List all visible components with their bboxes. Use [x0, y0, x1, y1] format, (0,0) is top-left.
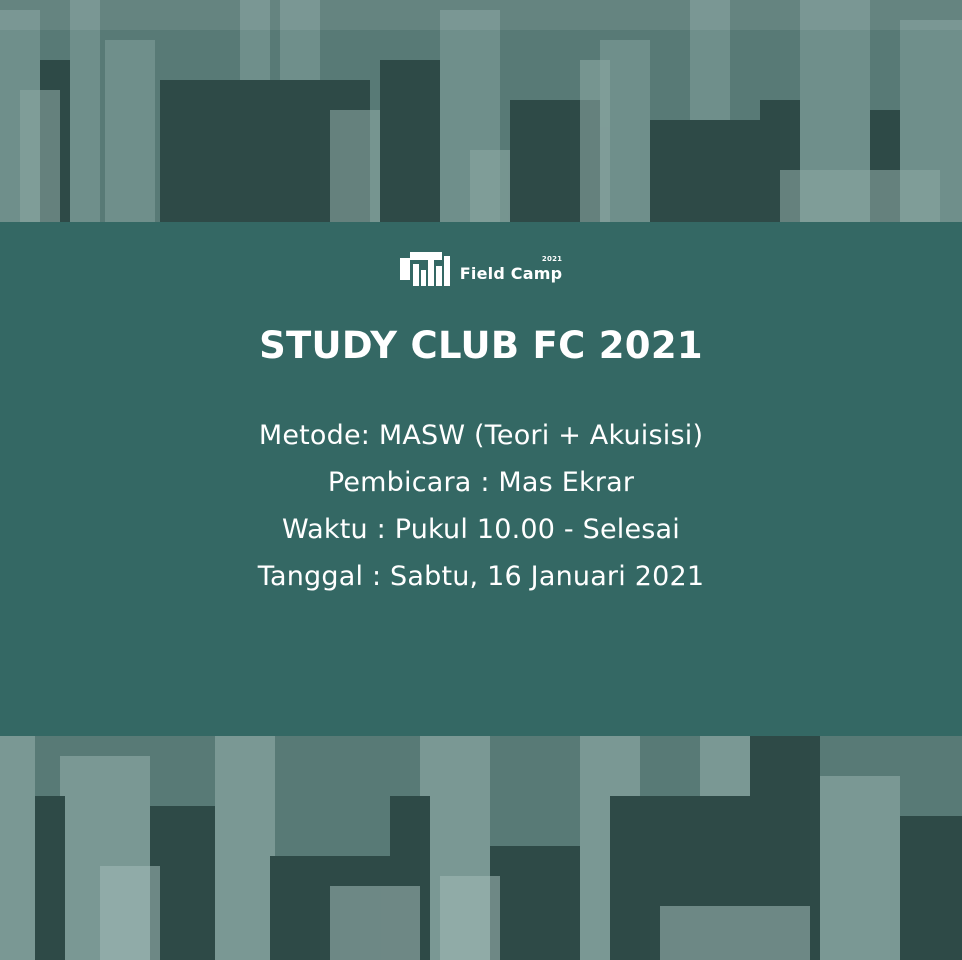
- skyline-image-bottom: [0, 736, 962, 960]
- city-skyline-photo-top: [0, 0, 962, 222]
- detail-speaker: Pembicara : Mas Ekrar: [327, 467, 635, 498]
- event-details: Metode: MASW (Teori + Akuisisi) Pembicar…: [0, 412, 962, 600]
- city-skyline-photo-bottom: [0, 736, 962, 960]
- detail-time: Waktu : Pukul 10.00 - Selesai: [281, 514, 680, 545]
- info-band: 2021 Field Camp STUDY CLUB FC 2021 Metod…: [0, 222, 962, 736]
- skyline-image-top: [0, 0, 962, 222]
- event-title: STUDY CLUB FC 2021: [259, 324, 703, 367]
- detail-method: Metode: MASW (Teori + Akuisisi): [258, 420, 704, 451]
- event-poster: 2021 Field Camp STUDY CLUB FC 2021 Metod…: [0, 0, 962, 960]
- logo-year: 2021: [541, 255, 563, 263]
- detail-date: Tanggal : Sabtu, 16 Januari 2021: [257, 561, 705, 592]
- logo-wordmark: 2021 Field Camp: [459, 256, 563, 286]
- field-camp-logo: 2021 Field Camp: [0, 250, 962, 286]
- logo-text: Field Camp: [459, 264, 563, 283]
- skyline-logo-icon: [399, 252, 450, 286]
